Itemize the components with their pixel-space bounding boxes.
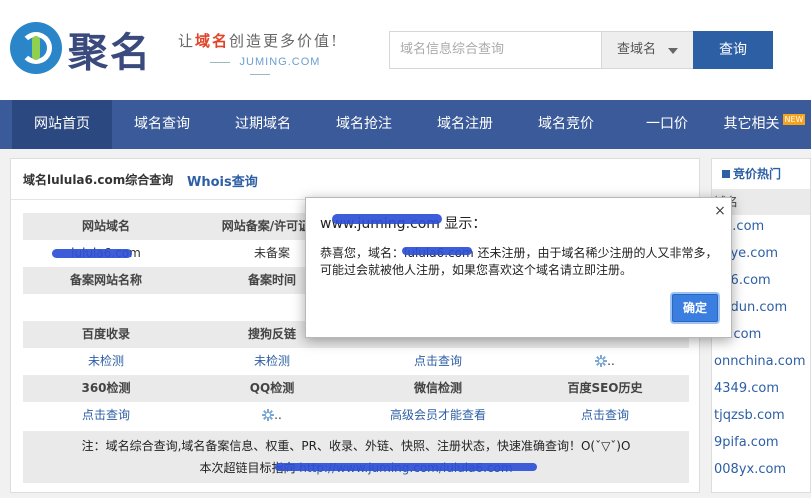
header-baidu-index: 百度收录	[81, 327, 130, 341]
redaction-scribble	[52, 249, 132, 258]
slogan-highlight: 域名	[195, 32, 230, 50]
loading-dots: ..	[274, 408, 282, 422]
seo-history-link[interactable]: 点击查询	[521, 402, 689, 429]
list-item[interactable]: onnchina.com	[714, 354, 810, 369]
nav-item-expired[interactable]: 过期域名	[213, 100, 313, 149]
nav-item-register[interactable]: 域名注册	[415, 100, 515, 149]
site-header: 聚名 让域名创造更多价值! JUMING.COM 域名信息综合查询 查域名 查询	[0, 0, 811, 100]
page: 聚名 让域名创造更多价值! JUMING.COM 域名信息综合查询 查域名 查询…	[0, 0, 811, 498]
loading-spinner-icon	[595, 355, 608, 367]
chevron-down-icon	[668, 48, 678, 54]
search-button[interactable]: 查询	[693, 31, 773, 69]
whois-link[interactable]: Whois查询	[187, 171, 258, 190]
nav-item-auction[interactable]: 域名竞价	[516, 100, 616, 149]
nav-item-domain-query[interactable]: 域名查询	[112, 100, 212, 149]
redaction-scribble	[332, 214, 442, 224]
sogou-backlinks-value[interactable]: 未检测	[189, 348, 355, 375]
slogan: 让域名创造更多价值!	[178, 30, 339, 51]
list-item[interactable]: tjqzsb.com	[714, 408, 810, 423]
check-360-link[interactable]: 点击查询	[23, 402, 189, 429]
main-nav: 网站首页 域名查询 过期域名 域名抢注 域名注册 域名竞价 一口价 其它相关 NE…	[0, 100, 811, 149]
dialog-message: 恭喜您，域名：lulula6.com 还未注册，由于域名稀少注册的人又非常多，可…	[320, 245, 720, 279]
search-type-select[interactable]: 查域名	[601, 31, 694, 69]
loading-cell: ..	[521, 348, 689, 375]
header-wechat-check: 微信检测	[413, 381, 462, 395]
query-note: 注：域名综合查询,域名备案信息、权重、PR、收录、外链、快照、注册状态，快速准确…	[23, 431, 689, 483]
close-icon[interactable]: ×	[713, 204, 727, 218]
header-site-domain: 网站域名	[81, 219, 130, 233]
list-item[interactable]: 9pifa.com	[714, 435, 810, 450]
alert-dialog: www.juming.com 显示： × 恭喜您，域名：lulula6.com …	[305, 197, 732, 338]
panel-title: 域名lulula6.com综合查询	[23, 173, 174, 187]
header-icp-site-name: 备案网站名称	[69, 273, 142, 287]
query-link[interactable]: 点击查询	[355, 348, 521, 375]
list-item[interactable]: 008yx.com	[714, 462, 810, 477]
nav-item-other[interactable]: 其它相关 NEW	[718, 100, 811, 149]
ok-button[interactable]: 确定	[672, 294, 718, 322]
slogan-post: 创造更多价值!	[229, 32, 340, 50]
nav-item-fixed-price[interactable]: 一口价	[617, 100, 717, 149]
sidebar-title: 竞价热门	[722, 165, 781, 182]
bullet-icon	[722, 170, 730, 178]
list-item[interactable]: 4349.com	[714, 381, 810, 396]
header-360-check: 360检测	[81, 381, 131, 395]
redaction-scribble	[275, 463, 537, 471]
header-baidu-seo-history: 百度SEO历史	[567, 381, 643, 395]
redaction-scribble	[402, 247, 472, 255]
header-qq-check: QQ检测	[249, 381, 295, 395]
brand-name[interactable]: 聚名	[68, 20, 152, 78]
loading-dots: ..	[607, 354, 615, 368]
note-text: 注：域名综合查询,域名备案信息、权重、PR、收录、外链、快照、注册状态，快速准确…	[81, 439, 631, 453]
search-type-label: 查域名	[617, 42, 657, 57]
search-bar: 域名信息综合查询 查域名 查询	[389, 31, 773, 69]
table-row: 未检测 未检测 点击查询 ..	[23, 348, 689, 375]
nav-item-other-label: 其它相关	[723, 116, 780, 132]
table-row: 360检测 QQ检测 微信检测 百度SEO历史	[23, 375, 689, 402]
search-input[interactable]: 域名信息综合查询	[389, 31, 601, 69]
qq-check-loading: ..	[189, 402, 355, 429]
dialog-message-pre: 恭喜您，域名：	[320, 246, 405, 260]
loading-spinner-icon	[262, 409, 275, 421]
wechat-check-vip[interactable]: 高级会员才能查看	[355, 402, 521, 429]
juming-logo-icon[interactable]	[10, 22, 62, 74]
sidebar-title-label: 竞价热门	[733, 167, 782, 181]
table-row: 点击查询 .. 高级会员才能查看 点击查询	[23, 402, 689, 429]
nav-item-home[interactable]: 网站首页	[12, 100, 112, 149]
nav-item-snatch[interactable]: 域名抢注	[314, 100, 414, 149]
site-url: JUMING.COM	[180, 56, 340, 80]
new-badge: NEW	[782, 114, 806, 125]
baidu-index-value[interactable]: 未检测	[23, 348, 189, 375]
slogan-pre: 让	[178, 32, 196, 50]
